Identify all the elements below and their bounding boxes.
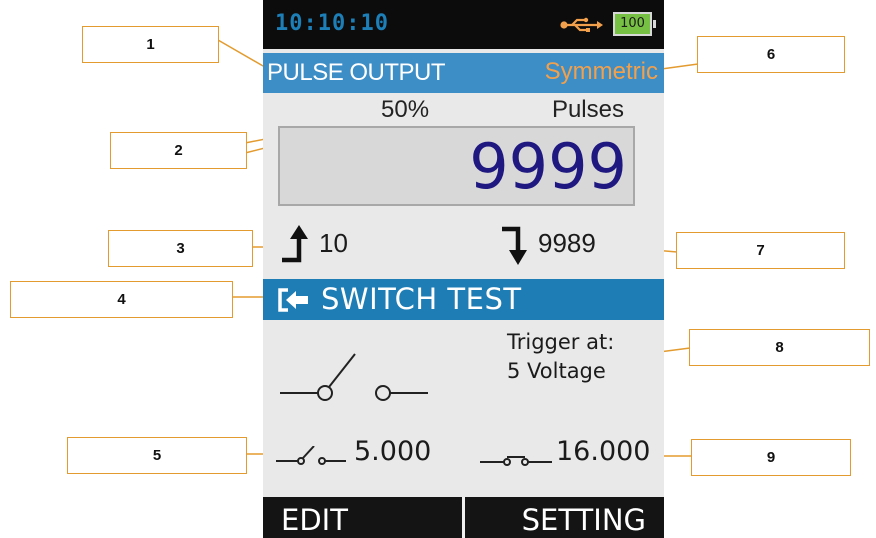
callout-label-6: 6 [697, 36, 845, 73]
pulse-count-display: 9999 [278, 126, 635, 206]
callout-label-8: 8 [689, 329, 870, 366]
battery-level: 100 [620, 16, 645, 31]
pulses-label: Pulses [551, 96, 624, 123]
trigger-label: Trigger at: [507, 330, 615, 354]
callout-label-3: 3 [108, 230, 253, 267]
rising-edge-arrow-icon [282, 225, 308, 263]
callout-label-7: 7 [676, 232, 845, 269]
switch-test-label: SWITCH TEST [321, 282, 522, 316]
switch-test-bar[interactable]: SWITCH TEST [263, 279, 664, 320]
switch-closed-value: 16.000 [556, 436, 651, 467]
softkey-divider [462, 497, 465, 538]
status-bar: 10:10:10 100 [263, 0, 664, 49]
title-bar: PULSE OUTPUT Symmetric [263, 53, 664, 93]
callout-label-1: 1 [82, 26, 219, 63]
enter-arrow-icon [278, 288, 308, 312]
device-screen: 10:10:10 100 PULSE OUTPUT Symmetric 50% … [263, 0, 664, 538]
callout-label-9: 9 [691, 439, 851, 476]
switch-open-value: 5.000 [354, 436, 432, 467]
setting-button[interactable]: SETTING [522, 503, 646, 537]
switch-closed-icon [480, 456, 552, 466]
battery-indicator: 100 [613, 12, 656, 36]
pulse-count-value: 9999 [469, 130, 627, 203]
clock: 10:10:10 [275, 11, 389, 36]
mode-label[interactable]: Symmetric [545, 58, 658, 86]
page-title: PULSE OUTPUT [267, 59, 446, 86]
rising-edge-count: 10 [319, 228, 348, 258]
falling-edge-count: 9989 [538, 228, 596, 258]
duty-cycle: 50% [381, 96, 430, 123]
callout-label-5: 5 [67, 437, 247, 474]
usb-icon [560, 17, 603, 32]
switch-open-icon [276, 446, 346, 465]
callout-label-2: 2 [110, 132, 247, 169]
edit-button[interactable]: EDIT [281, 503, 348, 537]
switch-symbol-icon [280, 353, 428, 401]
falling-edge-arrow-icon [502, 226, 527, 265]
callout-label-4: 4 [10, 281, 233, 318]
trigger-value: 5 Voltage [507, 359, 606, 383]
